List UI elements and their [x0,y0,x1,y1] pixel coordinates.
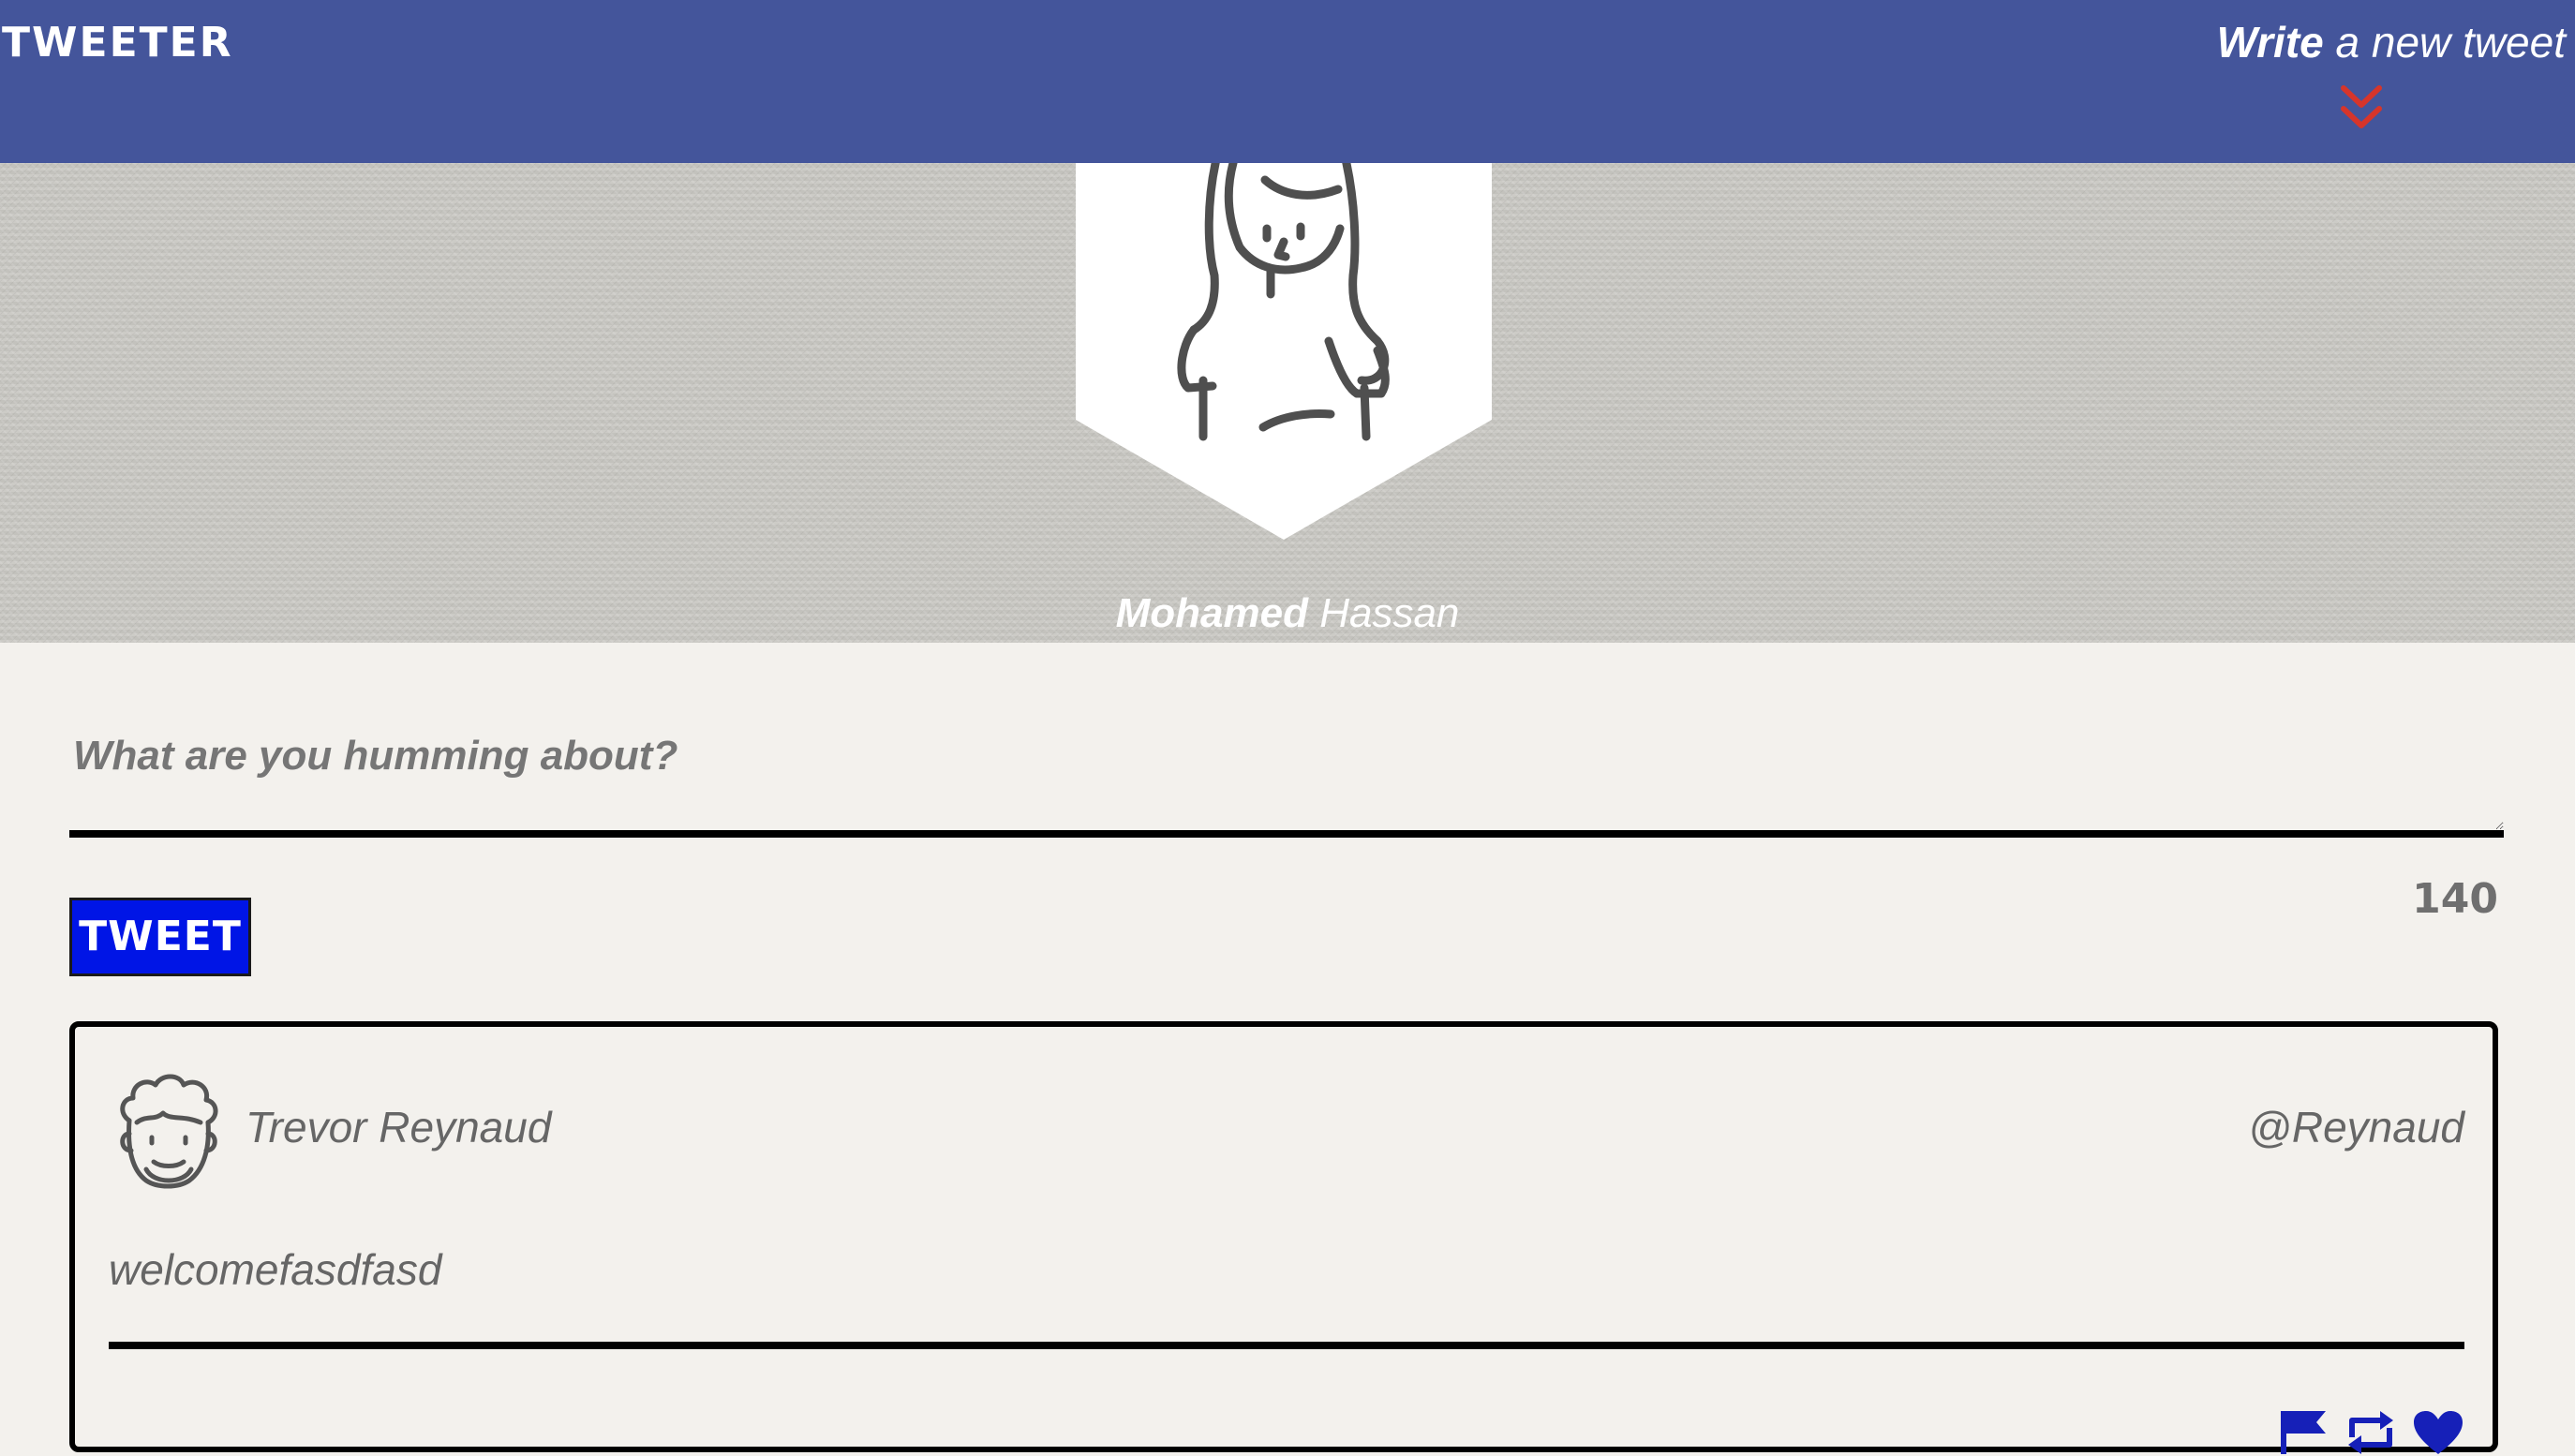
double-chevron-down-icon[interactable] [2338,82,2385,135]
flag-icon[interactable] [2277,1407,2329,1454]
tweet-compose-input[interactable] [69,721,2504,838]
profile-name: Mohamed Hassan [0,590,2575,637]
tweet-body-text: welcomefasdfasd [109,1245,442,1294]
profile-first-name: Mohamed [1115,590,1308,636]
tweet-button[interactable]: TWEET [69,898,251,976]
tweet-author-handle: @Reynaud [2248,1103,2464,1151]
write-label-bold: Write [2216,18,2324,67]
write-new-tweet-label: Write a new tweet [2217,17,2566,67]
top-nav: TWEETER Write a new tweet [0,0,2575,163]
tweet-card: Trevor Reynaud @Reynaud welcomefasdfasd [69,1021,2498,1454]
tweet-divider [109,1342,2464,1349]
tweet-author-name: Trevor Reynaud [246,1103,552,1151]
brand-logo[interactable]: TWEETER [2,19,233,67]
man-curly-hair-avatar-icon [120,1074,218,1189]
write-new-tweet-toggle[interactable]: Write a new tweet [2172,17,2566,139]
write-label-rest: a new tweet [2323,18,2567,67]
profile-header: Mohamed Hassan [0,163,2575,643]
profile-last-name: Hassan [1307,590,1460,636]
woman-avatar-icon [1076,163,1492,540]
character-counter: 140 [2412,875,2498,923]
